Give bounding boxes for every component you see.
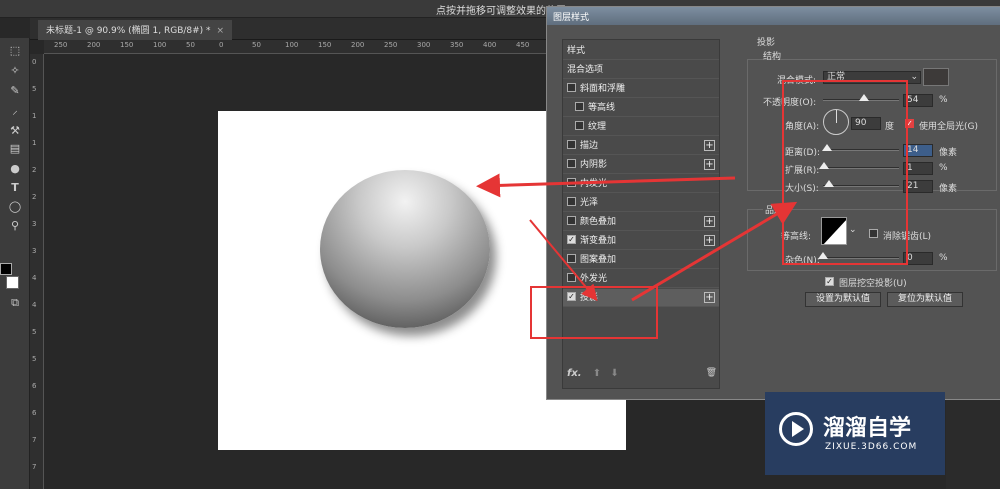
watermark-url: ZIXUE.3D66.COM [825, 442, 918, 452]
arrow-to-sphere [476, 173, 736, 198]
watermark-brand: 溜溜自学 [823, 416, 912, 441]
watermark-logo: 溜溜自学 ZIXUE.3D66.COM [765, 392, 945, 475]
arrow-to-drop-shadow [529, 219, 598, 302]
play-icon [779, 412, 813, 446]
play-triangle-icon [792, 421, 804, 437]
right-panel-edge [946, 400, 1000, 489]
arrow-to-settings [631, 201, 798, 302]
